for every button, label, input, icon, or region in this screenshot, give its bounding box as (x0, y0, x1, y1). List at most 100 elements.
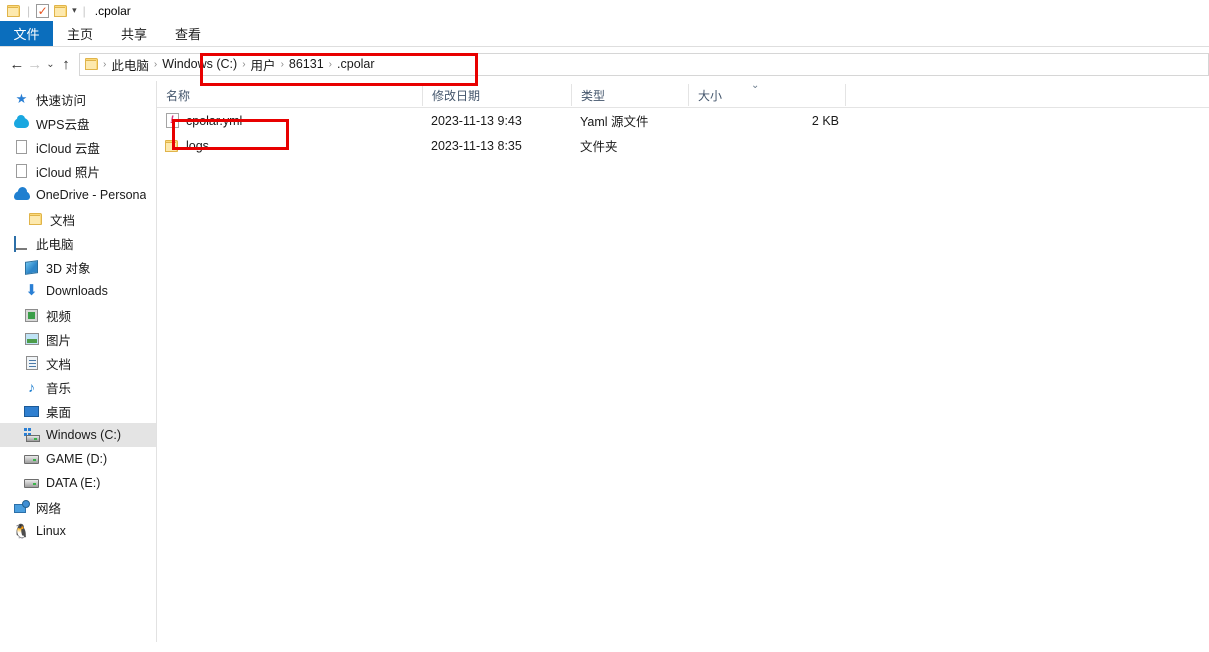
sidebar-item-icloud-photos[interactable]: iCloud 照片 (0, 159, 156, 183)
breadcrumb[interactable]: › 此电脑 › Windows (C:) › 用户 › 86131 › .cpo… (78, 52, 1209, 76)
file-modified-cell: 2023-11-13 8:35 (431, 138, 522, 153)
sidebar-item-3d-objects[interactable]: 3D 对象 (0, 255, 156, 279)
sidebar-item-network[interactable]: 网络 (0, 495, 156, 519)
tab-share[interactable]: 共享 (107, 21, 161, 46)
breadcrumb-item-86131[interactable]: 86131 (286, 57, 327, 71)
breadcrumb-item-users[interactable]: 用户 (248, 55, 279, 74)
downloads-icon: ⬇ (25, 282, 38, 299)
forward-button[interactable]: → (26, 52, 44, 76)
sidebar-item-documents[interactable]: 文档 (0, 351, 156, 375)
address-bar: ← → ⌄ ↑ › 此电脑 › Windows (C:) › 用户 › 8613… (0, 47, 1209, 81)
back-arrow-icon: ← (9, 55, 25, 73)
sidebar-item-downloads[interactable]: ⬇ Downloads (0, 279, 156, 303)
checked-document-icon[interactable]: ✓ (33, 3, 51, 19)
column-header-label: 大小 (698, 88, 723, 103)
breadcrumb-separator: › (153, 58, 158, 70)
breadcrumb-item-cpolar[interactable]: .cpolar (334, 57, 378, 71)
breadcrumb-separator: › (280, 58, 284, 70)
sidebar-item-label: 网络 (36, 501, 62, 516)
tab-file-label: 文件 (13, 27, 40, 42)
sidebar-item-label: OneDrive - Persona (36, 188, 147, 202)
file-name-label: logs (186, 138, 209, 153)
sidebar-item-label: 视频 (46, 309, 72, 324)
up-button[interactable]: ↑ (57, 52, 75, 76)
icloud-drive-icon (12, 138, 31, 156)
column-header-label: 修改日期 (432, 88, 481, 103)
sidebar-item-label: iCloud 照片 (36, 165, 100, 180)
table-row[interactable]: ! cpolar.yml 2023-11-13 9:43 Yaml 源文件 2 … (157, 108, 1209, 133)
file-list-pane[interactable]: 名称 修改日期 类型 大小 ⌄ ! cpolar.yml 2023-11-13 … (157, 80, 1209, 642)
sidebar-item-pictures[interactable]: 图片 (0, 327, 156, 351)
3d-objects-icon (22, 258, 41, 276)
this-pc-icon (12, 234, 31, 252)
sidebar-item-desktop[interactable]: 桌面 (0, 399, 156, 423)
column-header-size[interactable]: 大小 ⌄ (688, 80, 845, 106)
window-title: .cpolar (94, 3, 131, 18)
column-header-type[interactable]: 类型 (571, 84, 688, 106)
drive-icon (22, 450, 41, 468)
yaml-file-icon: ! (164, 113, 180, 129)
back-button[interactable]: ← (8, 52, 26, 76)
tab-home[interactable]: 主页 (53, 21, 107, 46)
sidebar-item-videos[interactable]: 视频 (0, 303, 156, 327)
recent-locations-button[interactable]: ⌄ (44, 52, 57, 76)
star-icon: ★ (15, 91, 28, 106)
tab-view[interactable]: 查看 (161, 21, 215, 46)
breadcrumb-separator: › (328, 58, 333, 70)
forward-arrow-icon: → (27, 55, 43, 73)
desktop-icon (22, 402, 41, 420)
table-row[interactable]: logs 2023-11-13 8:35 文件夹 (157, 133, 1209, 158)
sidebar-item-icloud-drive[interactable]: iCloud 云盘 (0, 135, 156, 159)
sidebar-item-this-pc[interactable]: 此电脑 (0, 231, 156, 255)
sidebar-item-label: 图片 (46, 333, 72, 348)
column-header-name[interactable]: 名称 (157, 84, 422, 106)
file-name-cell[interactable]: logs (157, 133, 422, 158)
column-header-date-modified[interactable]: 修改日期 (422, 84, 571, 106)
sidebar-item-label: 快速访问 (36, 93, 87, 108)
title-bar: | ✓ ▾ | .cpolar (0, 0, 1209, 21)
drive-icon (22, 474, 41, 492)
file-type-cell: Yaml 源文件 (580, 115, 649, 129)
sidebar-item-linux[interactable]: 🐧 Linux (0, 519, 156, 543)
dropdown-caret-icon[interactable]: ▾ (72, 5, 77, 16)
sidebar-item-label: DATA (E:) (46, 476, 101, 490)
tab-share-label: 共享 (121, 27, 148, 42)
sidebar-item-label: Linux (36, 524, 66, 538)
breadcrumb-item-windows-c[interactable]: Windows (C:) (159, 57, 240, 71)
tab-home-label: 主页 (67, 27, 94, 42)
music-icon: ♪ (28, 378, 35, 395)
sidebar-item-music[interactable]: ♪ 音乐 (0, 375, 156, 399)
folder-icon[interactable] (52, 3, 70, 19)
folder-icon (26, 210, 45, 228)
folder-icon (5, 3, 23, 19)
breadcrumb-separator: › (102, 58, 107, 70)
sidebar-item-game-d[interactable]: GAME (D:) (0, 447, 156, 471)
sidebar-item-onedrive[interactable]: OneDrive - Persona (0, 183, 156, 207)
sidebar-item-data-e[interactable]: DATA (E:) (0, 471, 156, 495)
column-header-label: 类型 (581, 88, 606, 103)
tab-view-label: 查看 (175, 27, 202, 42)
file-size-cell: 2 KB (811, 113, 839, 128)
navigation-pane[interactable]: ★ 快速访问 WPS云盘 iCloud 云盘 iCloud 照片 OneDriv… (0, 81, 157, 642)
sidebar-item-label: 文档 (46, 357, 72, 372)
sort-chevron-down-icon: ⌄ (751, 80, 760, 91)
network-icon (12, 498, 31, 516)
sidebar-item-onedrive-documents[interactable]: 文档 (0, 207, 156, 231)
column-header-row: 名称 修改日期 类型 大小 ⌄ (157, 80, 1209, 108)
sidebar-item-wps-cloud[interactable]: WPS云盘 (0, 111, 156, 135)
file-modified-cell: 2023-11-13 9:43 (431, 113, 522, 128)
folder-icon (164, 138, 180, 154)
title-bar-divider: | (82, 3, 86, 18)
file-name-cell[interactable]: ! cpolar.yml (157, 108, 422, 133)
pictures-icon (22, 330, 41, 348)
ribbon-tab-bar: 文件 主页 共享 查看 (0, 21, 1209, 47)
breadcrumb-item-this-pc[interactable]: 此电脑 (108, 55, 152, 74)
tab-file[interactable]: 文件 (0, 21, 53, 46)
sidebar-item-quick-access[interactable]: ★ 快速访问 (0, 87, 156, 111)
sidebar-item-label: 此电脑 (36, 237, 74, 252)
sidebar-item-windows-c[interactable]: Windows (C:) (0, 423, 156, 447)
sidebar-item-label: GAME (D:) (46, 452, 108, 466)
chevron-down-icon: ⌄ (46, 58, 55, 70)
sidebar-item-label: Windows (C:) (46, 428, 122, 442)
sidebar-item-label: WPS云盘 (36, 117, 90, 132)
